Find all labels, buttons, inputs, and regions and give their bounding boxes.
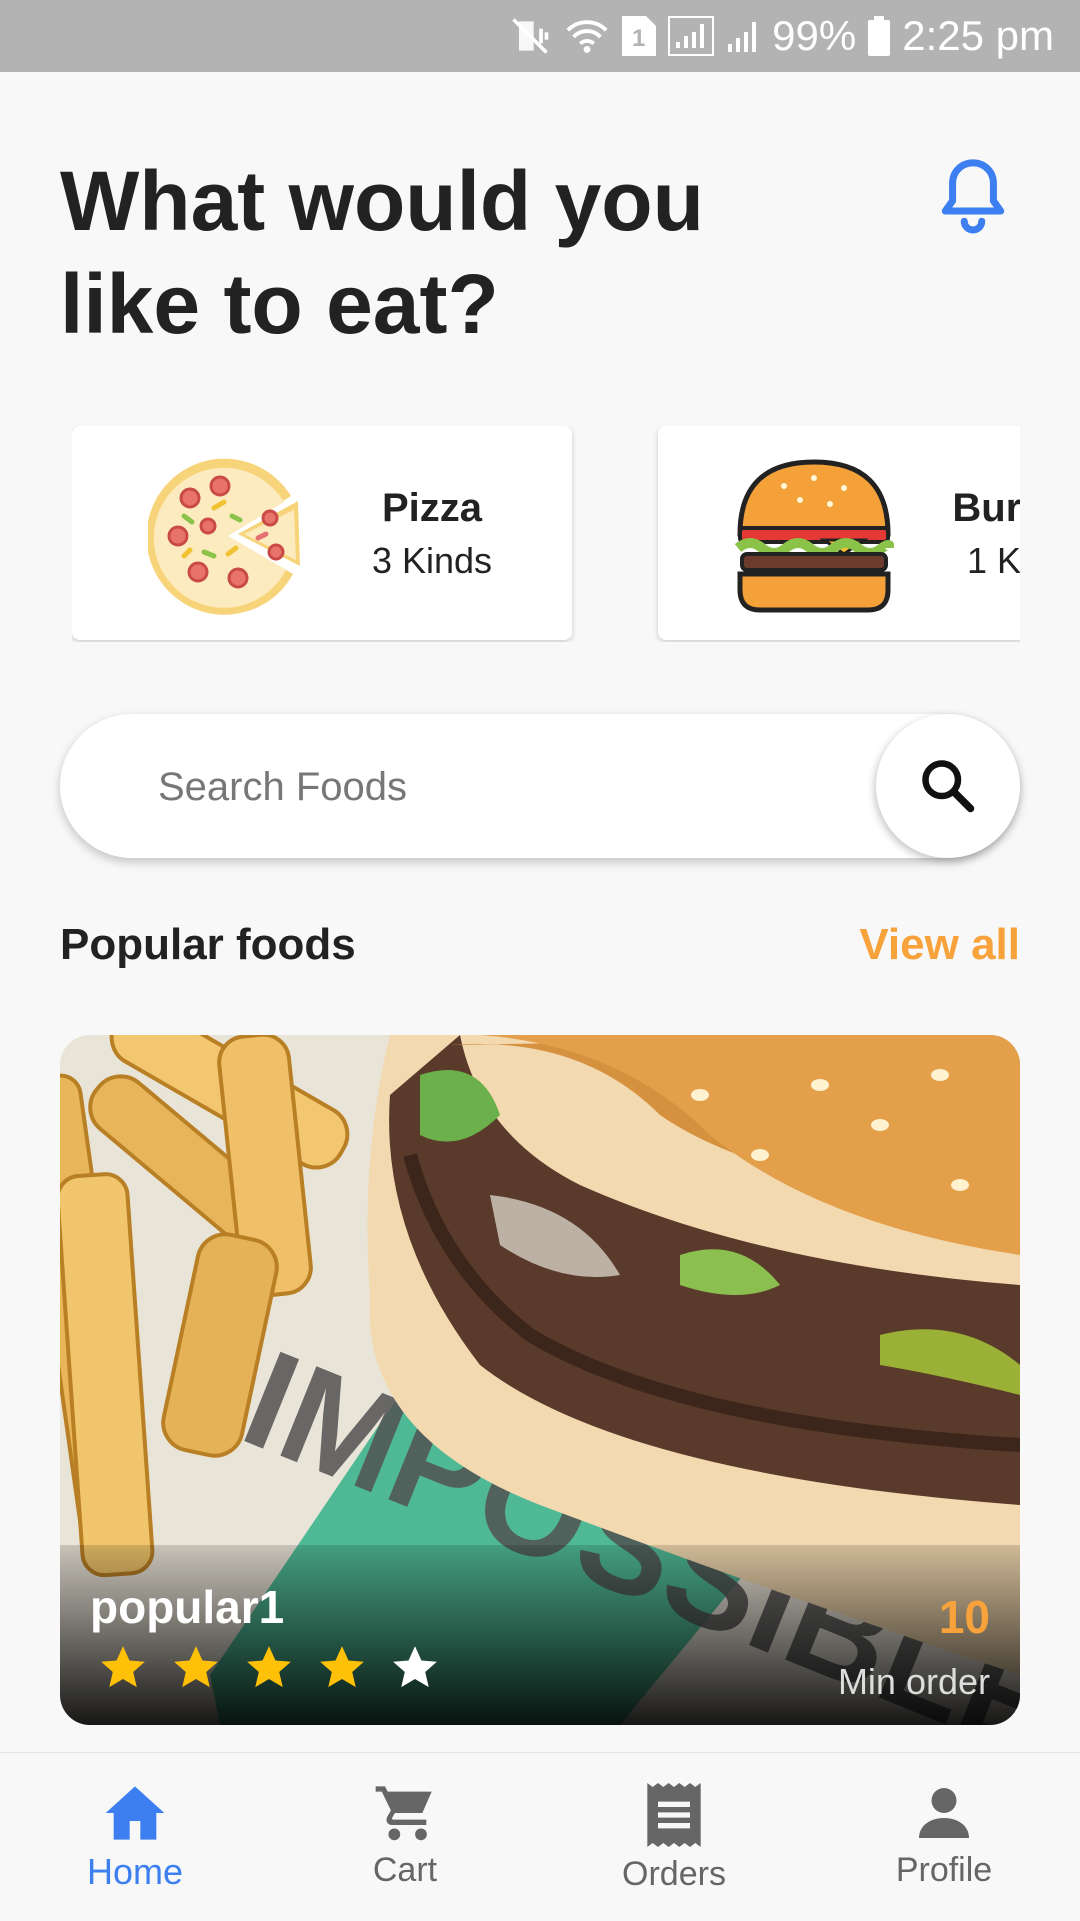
search-input[interactable] — [156, 756, 820, 818]
vibrate-mute-icon — [508, 14, 552, 58]
burger-icon — [734, 456, 895, 616]
page-title: What would you like to eat? — [60, 154, 704, 351]
clock: 2:25 pm — [902, 12, 1054, 59]
nav-label: Cart — [372, 1851, 438, 1889]
status-bar: 1 99% 2:25 pm — [0, 0, 1080, 72]
star-filled-icon — [320, 1646, 364, 1688]
wifi-icon — [564, 16, 610, 56]
category-count: 3 Kinds — [371, 540, 493, 581]
cart-icon — [375, 1786, 432, 1841]
person-icon — [919, 1788, 969, 1838]
nav-item-profile[interactable]: Profile — [844, 1753, 1044, 1921]
category-name: Burger — [952, 486, 1020, 530]
pizza-icon — [146, 456, 308, 616]
signal-strength-icon — [726, 16, 760, 56]
home-icon — [105, 1786, 165, 1840]
category-card-burger[interactable]: Burger 1 Kind — [658, 426, 1020, 640]
category-count: 1 Kind — [966, 540, 1020, 581]
star-filled-icon — [247, 1646, 291, 1688]
category-name: Pizza — [381, 486, 483, 530]
receipt-icon — [647, 1783, 701, 1847]
sim-slot-icon: 1 — [622, 16, 657, 56]
rating-stars — [98, 1643, 440, 1693]
star-filled-icon — [101, 1646, 145, 1688]
nav-label: Profile — [895, 1851, 993, 1889]
min-order-value: 10 — [938, 1591, 990, 1643]
min-order-label: Min order — [837, 1661, 990, 1702]
battery-icon — [868, 16, 891, 56]
nav-item-cart[interactable]: Cart — [305, 1753, 505, 1921]
nav-item-orders[interactable]: Orders — [574, 1753, 774, 1921]
popular-food-card[interactable]: IMPOSSIBLE popular1 10 Min orde — [60, 1035, 1020, 1725]
star-empty-icon — [393, 1646, 437, 1688]
signal-icon — [668, 16, 715, 56]
section-title-popular: Popular foods — [60, 920, 356, 969]
category-carousel[interactable]: Pizza 3 Kinds Burger 1 Kind — [72, 426, 1020, 642]
nav-label: Home — [86, 1851, 184, 1892]
nav-item-home[interactable]: Home — [35, 1753, 235, 1921]
star-filled-icon — [174, 1646, 218, 1688]
notification-bell-icon[interactable] — [938, 155, 1008, 235]
search-button[interactable] — [876, 714, 1020, 858]
category-card-pizza[interactable]: Pizza 3 Kinds — [72, 426, 572, 640]
bottom-navigation: Home Cart Orders Profile — [0, 1752, 1080, 1921]
svg-text:1: 1 — [632, 25, 645, 52]
search-bar — [60, 714, 1020, 858]
search-icon — [922, 760, 975, 813]
food-name: popular1 — [90, 1581, 285, 1633]
battery-percent: 99% — [772, 12, 857, 59]
view-all-link[interactable]: View all — [859, 920, 1020, 970]
nav-label: Orders — [622, 1855, 726, 1893]
